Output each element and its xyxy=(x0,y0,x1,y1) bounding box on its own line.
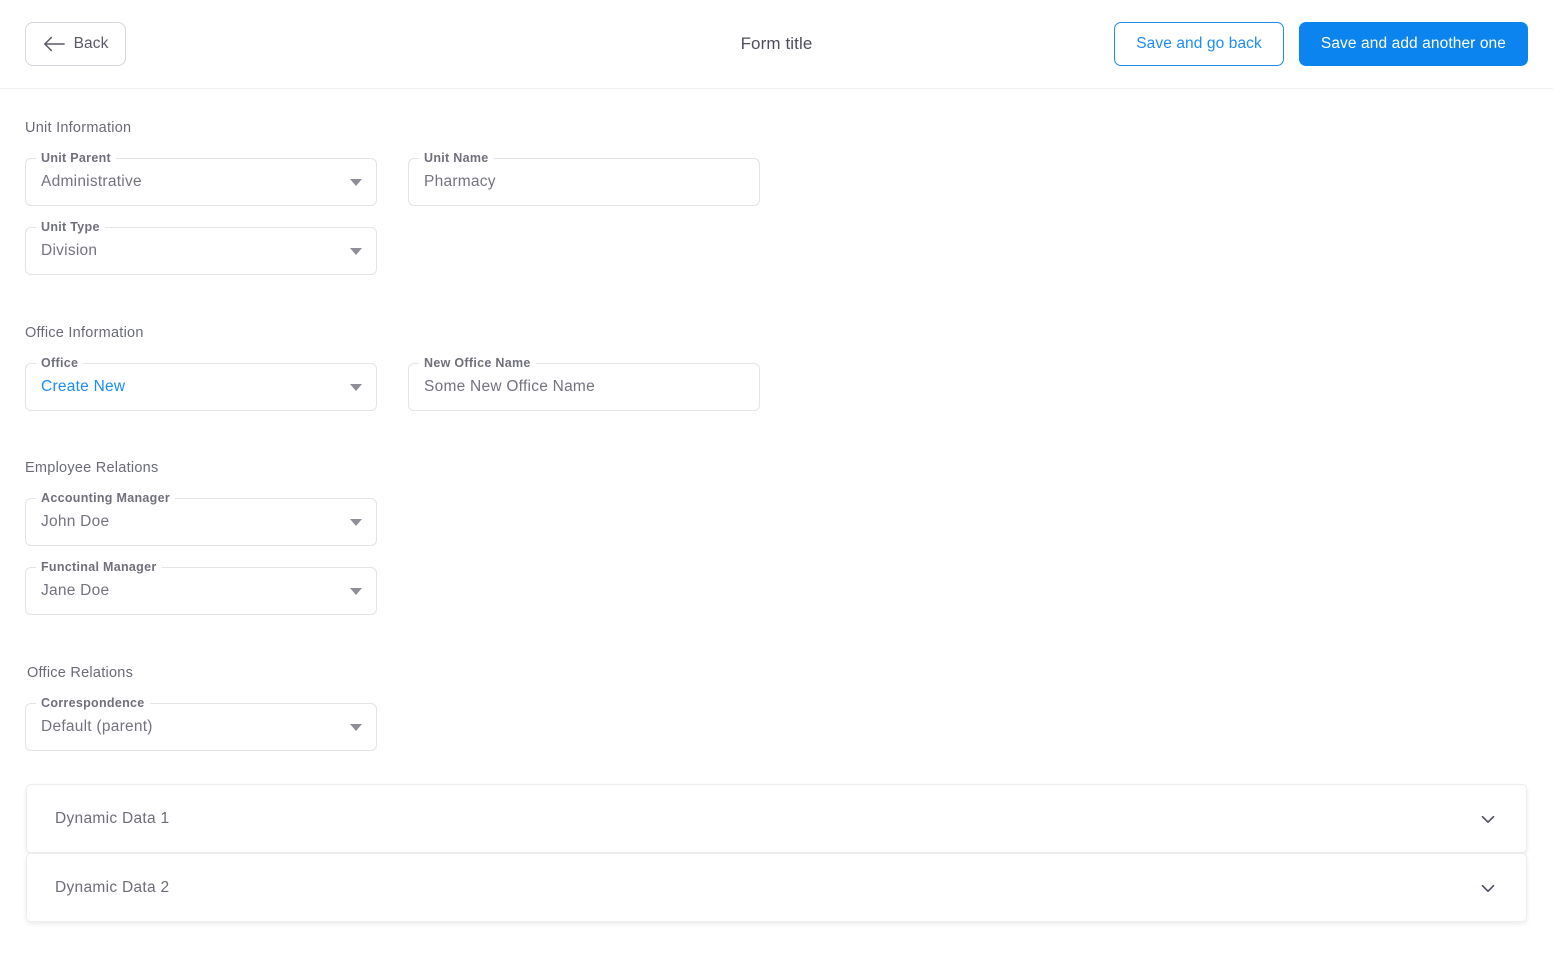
arrow-left-icon xyxy=(43,36,65,52)
office-input[interactable] xyxy=(41,378,342,396)
section-title-office-information: Office Information xyxy=(25,325,144,341)
field-new-office-name-box xyxy=(408,363,760,411)
dynamic-data-panels: Dynamic Data 1 Dynamic Data 2 xyxy=(0,784,1553,922)
correspondence-input[interactable] xyxy=(41,718,342,736)
section-employee-relations: Employee Relations Accounting Manager Fu… xyxy=(25,411,1528,615)
field-unit-type-label: Unit Type xyxy=(36,220,105,234)
chevron-down-icon[interactable] xyxy=(1477,808,1499,830)
header-actions: Save and go back Save and add another on… xyxy=(1114,22,1528,66)
field-new-office-name-label: New Office Name xyxy=(419,356,536,370)
field-accounting-manager[interactable]: Accounting Manager xyxy=(25,491,377,546)
chevron-down-icon[interactable] xyxy=(1477,877,1499,899)
dynamic-data-1-label: Dynamic Data 1 xyxy=(55,809,170,827)
back-button-label: Back xyxy=(73,35,109,52)
caret-down-icon[interactable] xyxy=(350,178,362,186)
field-unit-parent-box xyxy=(25,158,377,206)
field-unit-parent-label: Unit Parent xyxy=(36,151,116,165)
field-unit-name[interactable]: Unit Name xyxy=(408,151,760,206)
field-unit-parent[interactable]: Unit Parent xyxy=(25,151,377,206)
field-new-office-name[interactable]: New Office Name xyxy=(408,356,760,411)
accounting-manager-input[interactable] xyxy=(41,513,342,531)
field-office-box xyxy=(25,363,377,411)
field-office-label: Office xyxy=(36,356,84,370)
field-office[interactable]: Office xyxy=(25,356,377,411)
save-and-add-another-button[interactable]: Save and add another one xyxy=(1298,22,1528,66)
field-unit-name-box xyxy=(408,158,760,206)
save-and-go-back-button[interactable]: Save and go back xyxy=(1114,22,1284,66)
field-unit-type[interactable]: Unit Type xyxy=(25,220,377,275)
unit-name-input[interactable] xyxy=(424,173,745,191)
unit-type-input[interactable] xyxy=(41,242,342,260)
field-correspondence-box xyxy=(25,703,377,751)
dynamic-data-1-panel[interactable]: Dynamic Data 1 xyxy=(26,784,1527,853)
field-accounting-manager-box xyxy=(25,498,377,546)
app-header: Back Form title Save and go back Save an… xyxy=(0,0,1553,88)
dynamic-data-2-label: Dynamic Data 2 xyxy=(55,878,170,896)
field-unit-type-box xyxy=(25,227,377,275)
section-title-employee-relations: Employee Relations xyxy=(25,460,159,476)
dynamic-data-2-panel[interactable]: Dynamic Data 2 xyxy=(26,853,1527,922)
section-title-unit-information: Unit Information xyxy=(25,120,132,136)
caret-down-icon[interactable] xyxy=(350,518,362,526)
field-accounting-manager-label: Accounting Manager xyxy=(36,491,176,505)
field-functional-manager[interactable]: Functinal Manager xyxy=(25,560,377,615)
caret-down-icon[interactable] xyxy=(350,247,362,255)
caret-down-icon[interactable] xyxy=(350,383,362,391)
functional-manager-input[interactable] xyxy=(41,582,342,600)
field-correspondence[interactable]: Correspondence xyxy=(25,696,377,751)
section-title-office-relations: Office Relations xyxy=(27,665,134,681)
unit-parent-input[interactable] xyxy=(41,173,342,191)
form-body: Unit Information Unit Parent Unit Name xyxy=(0,88,1553,751)
field-unit-name-label: Unit Name xyxy=(419,151,494,165)
caret-down-icon[interactable] xyxy=(350,587,362,595)
field-functional-manager-box xyxy=(25,567,377,615)
field-correspondence-label: Correspondence xyxy=(36,696,150,710)
new-office-name-input[interactable] xyxy=(424,378,745,396)
section-office-information: Office Information Office New Office Nam… xyxy=(25,275,1528,411)
section-unit-information: Unit Information Unit Parent Unit Name xyxy=(25,88,1528,275)
field-functional-manager-label: Functinal Manager xyxy=(36,560,162,574)
back-button[interactable]: Back xyxy=(25,22,126,66)
section-office-relations: Office Relations Correspondence xyxy=(25,615,1528,751)
caret-down-icon[interactable] xyxy=(350,723,362,731)
